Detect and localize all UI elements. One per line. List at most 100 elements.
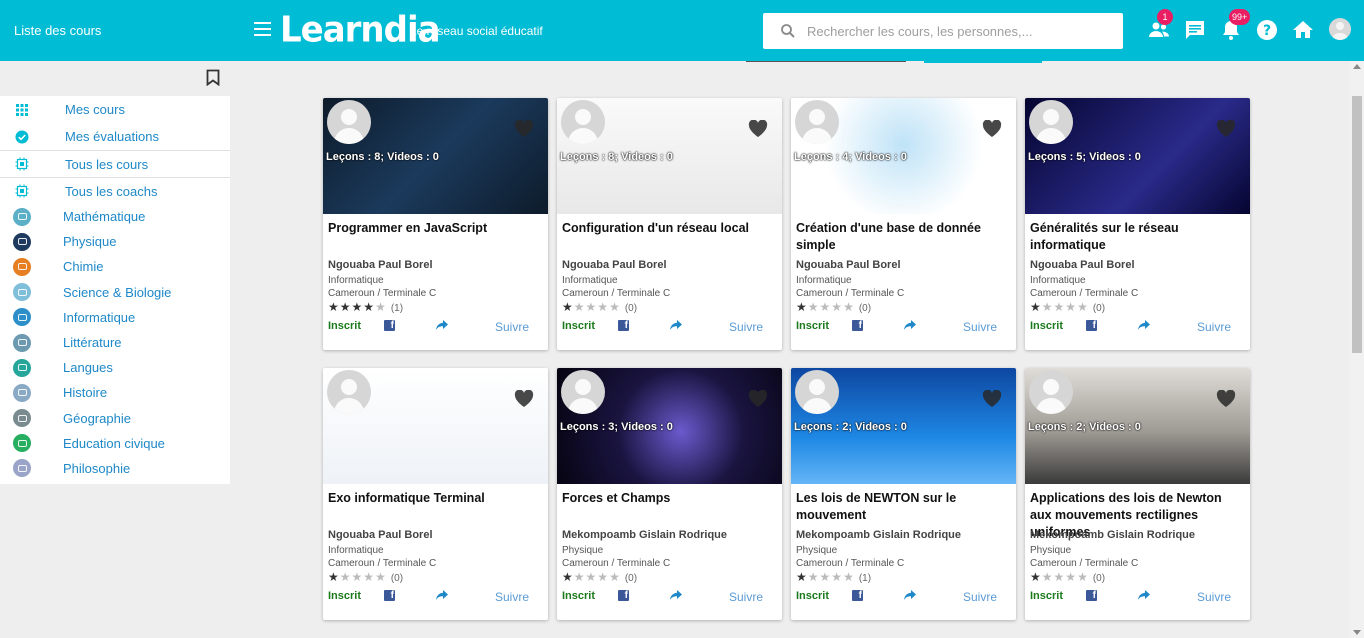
course-author[interactable]: Ngouaba Paul Borel [1030, 259, 1135, 271]
bookmark-icon[interactable] [206, 69, 220, 91]
enrolled-status[interactable]: Inscrit [1030, 320, 1063, 332]
sidebar-subject-item[interactable]: Philosophie [0, 456, 230, 481]
heart-icon[interactable] [1216, 120, 1236, 138]
follow-button[interactable]: Suivre [495, 320, 529, 334]
facebook-icon[interactable]: f [384, 320, 395, 331]
scrollbar[interactable] [1350, 61, 1364, 638]
heart-icon[interactable] [982, 120, 1002, 138]
course-title[interactable]: Forces et Champs [562, 490, 777, 507]
author-avatar[interactable] [561, 100, 605, 144]
menu-icon[interactable] [254, 22, 271, 36]
share-icon[interactable] [1137, 319, 1151, 331]
course-author[interactable]: Ngouaba Paul Borel [328, 259, 433, 271]
heart-icon[interactable] [514, 120, 534, 138]
course-card[interactable]: Leçons : 4; Videos : 0 Création d'une bas… [791, 98, 1016, 350]
heart-icon[interactable] [748, 120, 768, 138]
sidebar-subject-item[interactable]: Langues [0, 355, 230, 380]
follow-button[interactable]: Suivre [729, 590, 763, 604]
course-thumbnail[interactable] [323, 368, 548, 484]
heart-icon[interactable] [748, 390, 768, 408]
friends-icon[interactable]: 1 [1147, 9, 1173, 42]
enrolled-status[interactable]: Inscrit [328, 590, 361, 602]
course-title[interactable]: Les lois de NEWTON sur le mouvement [796, 490, 1011, 524]
facebook-icon[interactable]: f [1086, 320, 1097, 331]
course-card[interactable]: Exo informatique Terminal Ngouaba Paul Bo… [323, 368, 548, 620]
follow-button[interactable]: Suivre [729, 320, 763, 334]
course-thumbnail[interactable]: Leçons : 2; Videos : 0 [791, 368, 1016, 484]
course-card[interactable]: Leçons : 5; Videos : 0 Généralités sur le… [1025, 98, 1250, 350]
course-title[interactable]: Création d'une base de donnée simple [796, 220, 1011, 254]
course-title[interactable]: Configuration d'un réseau local [562, 220, 777, 237]
author-avatar[interactable] [1029, 370, 1073, 414]
enrolled-status[interactable]: Inscrit [796, 320, 829, 332]
course-card[interactable]: Leçons : 3; Videos : 0 Forces et Champs Me… [557, 368, 782, 620]
follow-button[interactable]: Suivre [963, 320, 997, 334]
sidebar-item-all-courses[interactable]: Tous les cours [0, 150, 230, 177]
sidebar-subject-item[interactable]: Chimie [0, 254, 230, 279]
follow-button[interactable]: Suivre [1197, 320, 1231, 334]
facebook-icon[interactable]: f [1086, 590, 1097, 601]
sidebar-subject-item[interactable]: Physique [0, 229, 230, 254]
course-title[interactable]: Généralités sur le réseau informatique [1030, 220, 1245, 254]
share-icon[interactable] [1137, 589, 1151, 601]
share-icon[interactable] [669, 319, 683, 331]
home-icon[interactable] [1291, 18, 1315, 42]
sidebar-subject-item[interactable]: Histoire [0, 380, 230, 405]
course-author[interactable]: Mekompoamb Gislain Rodrique [1030, 529, 1195, 541]
course-author[interactable]: Mekompoamb Gislain Rodrique [796, 529, 961, 541]
course-author[interactable]: Ngouaba Paul Borel [562, 259, 667, 271]
follow-button[interactable]: Suivre [1197, 590, 1231, 604]
course-thumbnail[interactable]: Leçons : 4; Videos : 0 [791, 98, 1016, 214]
facebook-icon[interactable]: f [852, 590, 863, 601]
bell-icon[interactable]: 99+ [1219, 9, 1251, 42]
course-card[interactable]: Leçons : 2; Videos : 0 Applications des l… [1025, 368, 1250, 620]
course-card[interactable]: Leçons : 8; Videos : 0 Programmer en Java… [323, 98, 548, 350]
scroll-down-arrow[interactable] [1353, 630, 1361, 635]
sidebar-subject-item[interactable]: Mathématique [0, 204, 230, 229]
course-thumbnail[interactable]: Leçons : 3; Videos : 0 [557, 368, 782, 484]
course-author[interactable]: Mekompoamb Gislain Rodrique [562, 529, 727, 541]
chat-icon[interactable] [1183, 18, 1207, 42]
course-title[interactable]: Exo informatique Terminal [328, 490, 543, 507]
course-author[interactable]: Ngouaba Paul Borel [796, 259, 901, 271]
share-icon[interactable] [903, 319, 917, 331]
search-bar[interactable] [763, 13, 1123, 49]
facebook-icon[interactable]: f [384, 590, 395, 601]
facebook-icon[interactable]: f [852, 320, 863, 331]
heart-icon[interactable] [514, 390, 534, 408]
sidebar-subject-item[interactable]: Informatique [0, 305, 230, 330]
enrolled-status[interactable]: Inscrit [328, 320, 361, 332]
scroll-thumb[interactable] [1352, 96, 1362, 353]
sidebar-subject-item[interactable]: Géographie [0, 406, 230, 431]
heart-icon[interactable] [982, 390, 1002, 408]
help-icon[interactable]: ? [1255, 18, 1279, 42]
share-icon[interactable] [903, 589, 917, 601]
course-title[interactable]: Programmer en JavaScript [328, 220, 543, 237]
course-thumbnail[interactable]: Leçons : 8; Videos : 0 [323, 98, 548, 214]
sidebar-item-all-coaches[interactable]: Tous les coachs [0, 177, 230, 204]
course-thumbnail[interactable]: Leçons : 8; Videos : 0 [557, 98, 782, 214]
author-avatar[interactable] [1029, 100, 1073, 144]
author-avatar[interactable] [795, 100, 839, 144]
share-icon[interactable] [669, 589, 683, 601]
share-icon[interactable] [435, 319, 449, 331]
course-author[interactable]: Ngouaba Paul Borel [328, 529, 433, 541]
share-icon[interactable] [435, 589, 449, 601]
follow-button[interactable]: Suivre [963, 590, 997, 604]
facebook-icon[interactable]: f [618, 590, 629, 601]
course-thumbnail[interactable]: Leçons : 2; Videos : 0 [1025, 368, 1250, 484]
enrolled-status[interactable]: Inscrit [1030, 590, 1063, 602]
sidebar-item-my-evaluations[interactable]: Mes évaluations [0, 123, 230, 150]
enrolled-status[interactable]: Inscrit [796, 590, 829, 602]
search-input[interactable] [807, 23, 1107, 39]
facebook-icon[interactable]: f [618, 320, 629, 331]
author-avatar[interactable] [327, 370, 371, 414]
author-avatar[interactable] [795, 370, 839, 414]
avatar[interactable] [1329, 18, 1351, 40]
enrolled-status[interactable]: Inscrit [562, 320, 595, 332]
heart-icon[interactable] [1216, 390, 1236, 408]
scroll-up-arrow[interactable] [1353, 64, 1361, 69]
author-avatar[interactable] [327, 100, 371, 144]
enrolled-status[interactable]: Inscrit [562, 590, 595, 602]
course-card[interactable]: Leçons : 8; Videos : 0 Configuration d'un… [557, 98, 782, 350]
